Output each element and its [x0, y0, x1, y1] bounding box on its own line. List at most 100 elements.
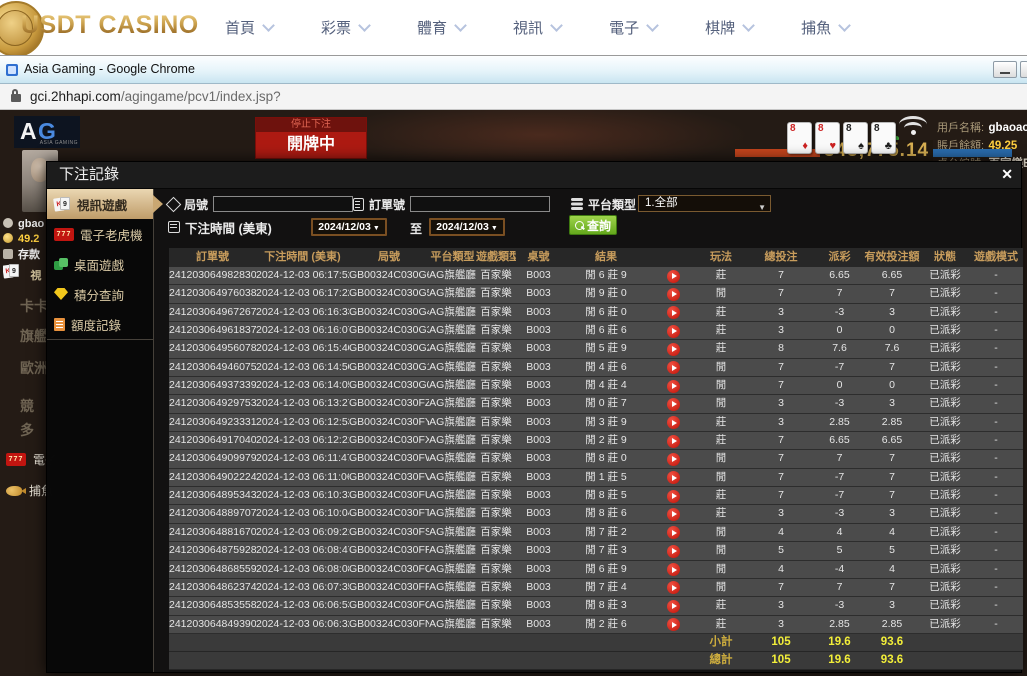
cell-platform: AG旗艦廳	[429, 616, 476, 633]
play-replay-button[interactable]	[667, 398, 680, 411]
play-replay-button[interactable]	[667, 453, 680, 466]
play-replay-button[interactable]	[667, 380, 680, 393]
cell-round-no: GB00324C030G1	[349, 359, 429, 376]
column-header-11: 有效投注額	[863, 248, 921, 267]
lobby-menu-item-1[interactable]: 旗艦	[20, 326, 48, 346]
cell-payout: 7	[816, 285, 863, 302]
slot-777-icon: 777	[6, 453, 26, 466]
cell-order-no: 241203064976038	[169, 285, 256, 302]
cell-payout: -7	[816, 487, 863, 504]
play-replay-button[interactable]	[667, 306, 680, 319]
nav-item-6[interactable]: 捕魚	[801, 17, 849, 38]
play-replay-button[interactable]	[667, 343, 680, 356]
lobby-menu-item-2[interactable]: 歐洲	[20, 358, 48, 378]
lobby-menu-item-3[interactable]: 競	[20, 396, 34, 416]
cell-order-no: 241203064946075	[169, 359, 256, 376]
cell-mode: -	[969, 505, 1023, 522]
cell-bet-side: 莊	[696, 414, 746, 431]
close-icon[interactable]: ✕	[1001, 166, 1013, 183]
play-replay-button[interactable]	[667, 288, 680, 301]
search-button[interactable]: 查詢	[569, 215, 617, 235]
nav-item-label: 彩票	[321, 17, 351, 38]
cell-game-type: 百家樂	[476, 285, 516, 302]
play-replay-button[interactable]	[667, 508, 680, 521]
play-replay-button[interactable]	[667, 490, 680, 503]
cell-round-no: GB00324C030G5	[349, 285, 429, 302]
chevron-down-icon	[358, 19, 371, 32]
cell-valid-bet: 7	[863, 579, 921, 596]
bet-records-table: 訂單號下注時間 (美東)局號平台類型遊戲類型桌號結果玩法總投注派彩有效投注額狀態…	[169, 248, 1023, 670]
column-header-8: 玩法	[696, 248, 746, 267]
nav-item-1[interactable]: 彩票	[321, 17, 369, 38]
table-row: 2412030648759282024-12-03 06:08:47GB0032…	[169, 542, 1023, 560]
cell-replay	[651, 450, 696, 467]
platform-selected-value: 1.全部	[645, 197, 678, 209]
nav-item-5[interactable]: 棋牌	[705, 17, 753, 38]
cell-bet-side: 閒	[696, 359, 746, 376]
cell-status: 已派彩	[921, 267, 969, 284]
minimize-button[interactable]	[993, 61, 1017, 78]
play-replay-button[interactable]	[667, 545, 680, 558]
sidebar-item-0[interactable]: K9視訊遊戲	[47, 189, 153, 219]
nav-item-3[interactable]: 視訊	[513, 17, 561, 38]
video-tab-row[interactable]: K9 視	[3, 264, 47, 284]
cell-mode: -	[969, 616, 1023, 633]
play-replay-button[interactable]	[667, 563, 680, 576]
lobby-menu-item-0[interactable]: 卡卡	[20, 296, 48, 316]
cell-valid-bet: 5	[863, 542, 921, 559]
cell-result: 閒 3 莊 9	[561, 414, 651, 431]
cell-replay	[651, 304, 696, 321]
play-replay-button[interactable]	[667, 581, 680, 594]
site-nav-items: 首頁 彩票 體育 視訊 電子 棋牌 捕魚	[225, 0, 849, 55]
nav-item-0[interactable]: 首頁	[225, 17, 273, 38]
nav-item-2[interactable]: 體育	[417, 17, 465, 38]
address-bar[interactable]: gci.2hhapi.com/agingame/pcv1/index.jsp?	[0, 84, 1027, 110]
cell-status: 已派彩	[921, 304, 969, 321]
play-replay-button[interactable]	[667, 618, 680, 631]
play-replay-button[interactable]	[667, 270, 680, 283]
play-replay-button[interactable]	[667, 361, 680, 374]
play-replay-button[interactable]	[667, 600, 680, 613]
sidebar-item-2[interactable]: 桌面遊戲	[47, 249, 153, 279]
date-from-picker[interactable]: 2024/12/03▼	[311, 218, 387, 236]
cell-status: 已派彩	[921, 322, 969, 339]
cell-bet-time: 2024-12-03 06:06:32	[256, 616, 349, 633]
cell-mode: -	[969, 267, 1023, 284]
sidebar-item-4[interactable]: 額度記錄	[47, 309, 153, 339]
play-replay-button[interactable]	[667, 526, 680, 539]
cell-bet-time: 2024-12-03 06:15:40	[256, 340, 349, 357]
cell-status: 已派彩	[921, 579, 969, 596]
deposit-button[interactable]: 存款	[3, 245, 47, 263]
order-input[interactable]	[410, 196, 550, 212]
cell-replay	[651, 542, 696, 559]
ag-logo-sub: ASIA GAMING	[40, 140, 78, 146]
bet-time-filter: 下注時間 (美東)	[168, 218, 277, 236]
column-header-10: 派彩	[816, 248, 863, 267]
cell-game-type: 百家樂	[476, 469, 516, 486]
cell-replay	[651, 616, 696, 633]
round-input[interactable]	[213, 196, 353, 212]
cell-result: 閒 7 莊 3	[561, 542, 651, 559]
cell-valid-bet: 0	[863, 322, 921, 339]
play-replay-button[interactable]	[667, 471, 680, 484]
platform-select[interactable]: 1.全部 ▼	[638, 195, 771, 212]
sidebar-item-3[interactable]: 積分查詢	[47, 279, 153, 309]
slot-777-icon: 777	[54, 228, 74, 241]
play-replay-button[interactable]	[667, 325, 680, 338]
cell-game-type: 百家樂	[476, 267, 516, 284]
play-replay-button[interactable]	[667, 416, 680, 429]
table-games-icon	[54, 258, 68, 271]
nav-item-4[interactable]: 電子	[609, 17, 657, 38]
lobby-menu-item-4[interactable]: 多	[20, 420, 34, 440]
column-header-9: 總投注	[746, 248, 816, 267]
cell-bet-side: 閒	[696, 524, 746, 541]
sidebar-item-1[interactable]: 777電子老虎機	[47, 219, 153, 249]
ag-logo-a: A	[20, 118, 37, 145]
cell-bet-side: 閒	[696, 395, 746, 412]
cell-game-type: 百家樂	[476, 505, 516, 522]
cell-order-no: 241203064895343	[169, 487, 256, 504]
cell-order-no: 241203064853558	[169, 597, 256, 614]
maximize-button[interactable]	[1020, 61, 1027, 78]
date-to-picker[interactable]: 2024/12/03▼	[429, 218, 505, 236]
play-replay-button[interactable]	[667, 435, 680, 448]
